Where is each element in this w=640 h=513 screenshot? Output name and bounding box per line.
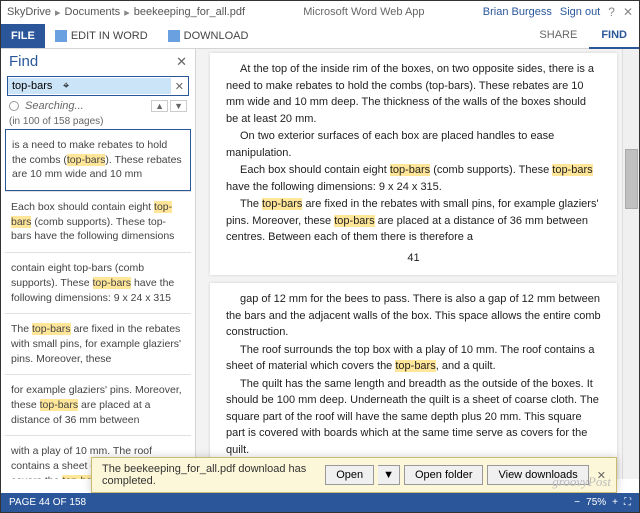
- result-count: (in 100 of 158 pages): [1, 114, 195, 129]
- title-bar: SkyDrive ▸ Documents ▸ beekeeping_for_al…: [1, 1, 639, 23]
- spinner-icon: [9, 101, 19, 111]
- search-result[interactable]: contain eight top-bars (comb supports). …: [5, 252, 191, 313]
- zoom-out-button[interactable]: −: [574, 497, 580, 508]
- close-icon[interactable]: ✕: [623, 5, 633, 19]
- scrollbar[interactable]: [622, 49, 639, 479]
- close-download-icon[interactable]: ✕: [597, 469, 606, 482]
- sign-out-link[interactable]: Sign out: [560, 6, 600, 18]
- results-list[interactable]: is a need to make rebates to hold the co…: [1, 129, 195, 479]
- search-box[interactable]: ⌖ ✕: [7, 76, 189, 96]
- fullscreen-icon[interactable]: ⛶: [624, 497, 631, 508]
- zoom-level: 75%: [586, 497, 606, 508]
- help-icon[interactable]: ?: [608, 5, 615, 19]
- search-result[interactable]: The top-bars are fixed in the rebates wi…: [5, 313, 191, 374]
- edit-in-word-button[interactable]: EDIT IN WORD: [45, 25, 158, 47]
- download-message: The beekeeping_for_all.pdf download has …: [102, 463, 321, 487]
- page-indicator[interactable]: PAGE 44 OF 158: [9, 497, 86, 508]
- search-result[interactable]: Each box should contain eight top-bars (…: [5, 191, 191, 252]
- search-result[interactable]: for example glaziers' pins. Moreover, th…: [5, 374, 191, 435]
- open-split-button[interactable]: ▼: [378, 465, 400, 485]
- search-input[interactable]: [8, 78, 171, 94]
- open-folder-button[interactable]: Open folder: [404, 465, 483, 485]
- document-viewport[interactable]: At the top of the inside rim of the boxe…: [196, 49, 639, 479]
- toolbar: FILE EDIT IN WORD DOWNLOAD SHARE FIND: [1, 23, 639, 49]
- file-tab[interactable]: FILE: [1, 24, 45, 48]
- find-panel: Find ✕ ⌖ ✕ Searching... ▲▼ (in 100 of 15…: [1, 49, 196, 479]
- view-downloads-button[interactable]: View downloads: [487, 465, 588, 485]
- zoom-in-button[interactable]: +: [612, 497, 618, 508]
- find-tab[interactable]: FIND: [589, 23, 639, 49]
- prev-result-button[interactable]: ▲: [151, 100, 168, 112]
- scrollbar-thumb[interactable]: [625, 149, 638, 209]
- page: gap of 12 mm for the bees to pass. There…: [210, 283, 617, 479]
- search-status: Searching...: [25, 100, 84, 112]
- page: At the top of the inside rim of the boxe…: [210, 53, 617, 275]
- download-button[interactable]: DOWNLOAD: [158, 25, 259, 47]
- breadcrumb-folder[interactable]: Documents: [65, 6, 121, 18]
- app-name: Microsoft Word Web App: [245, 6, 483, 18]
- share-tab[interactable]: SHARE: [527, 23, 589, 49]
- breadcrumb-file[interactable]: beekeeping_for_all.pdf: [134, 6, 245, 18]
- breadcrumb-root[interactable]: SkyDrive: [7, 6, 51, 18]
- search-result[interactable]: is a need to make rebates to hold the co…: [5, 129, 191, 191]
- clear-search-icon[interactable]: ✕: [171, 80, 188, 93]
- download-bar: The beekeeping_for_all.pdf download has …: [91, 457, 617, 493]
- close-find-icon[interactable]: ✕: [176, 54, 187, 70]
- user-name[interactable]: Brian Burgess: [483, 6, 552, 18]
- status-bar: PAGE 44 OF 158 − 75% + ⛶: [1, 493, 639, 512]
- open-button[interactable]: Open: [325, 465, 374, 485]
- next-result-button[interactable]: ▼: [170, 100, 187, 112]
- find-heading: Find: [9, 53, 176, 70]
